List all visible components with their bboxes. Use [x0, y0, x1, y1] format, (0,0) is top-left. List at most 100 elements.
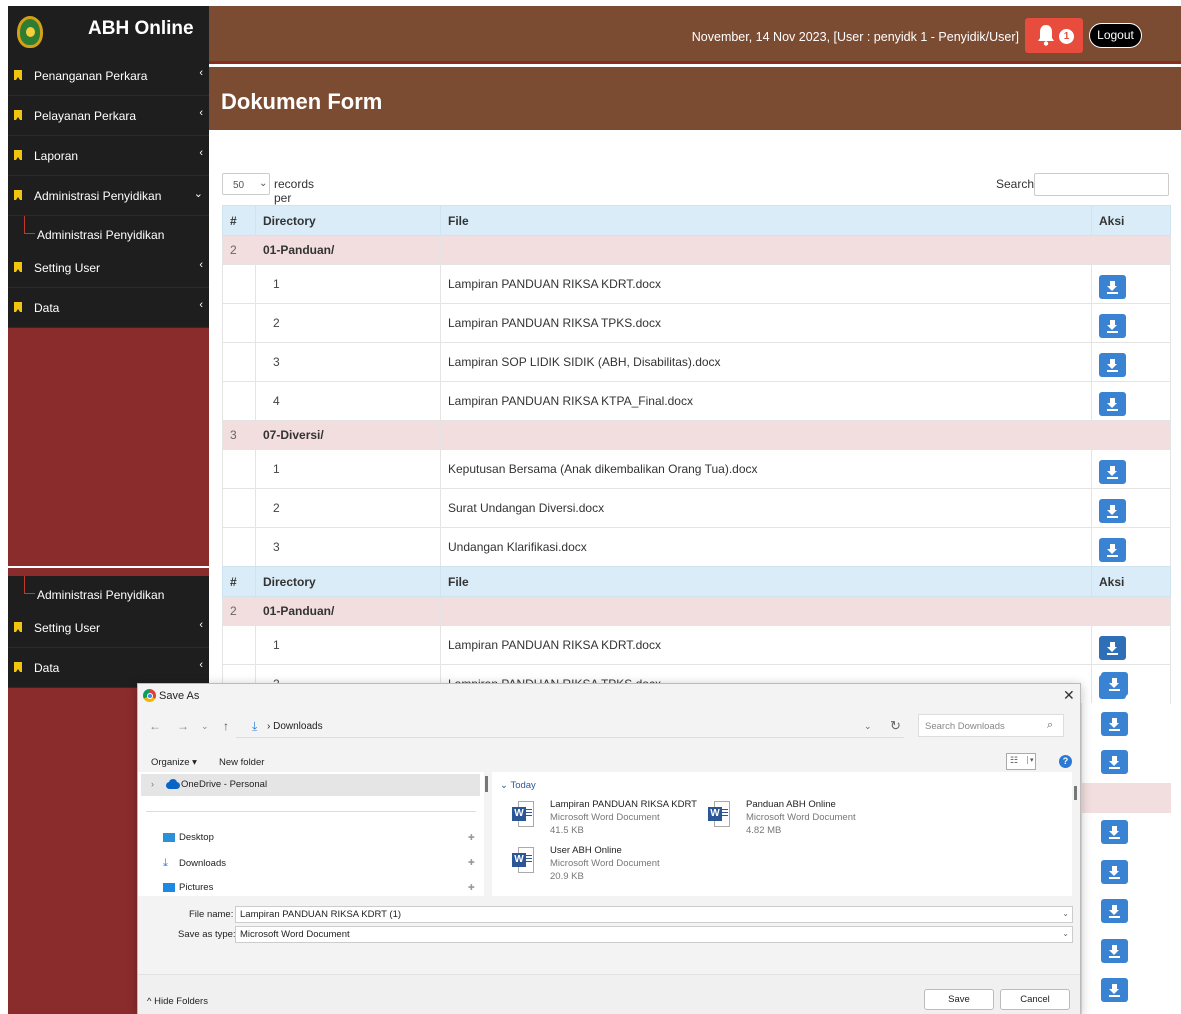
sidebar-item-data[interactable]: Data ‹ [8, 288, 209, 328]
group-header-today[interactable]: ⌄ Today [500, 780, 536, 791]
sidebar-item-data[interactable]: Data ‹ [8, 648, 209, 688]
sidebar-subitem-administrasi-penyidikan[interactable]: Administrasi Penyidikan [8, 216, 209, 248]
table-row: 2 Surat Undangan Diversi.docx [222, 488, 1171, 528]
nav-item-label: Pictures [179, 882, 214, 893]
download-button[interactable] [1101, 939, 1128, 963]
download-button[interactable] [1101, 978, 1128, 1002]
page-header: Dokumen Form [209, 67, 1181, 130]
file-size: 4.82 MB [746, 825, 782, 836]
download-button[interactable] [1099, 499, 1126, 523]
file-index: 3 [255, 342, 441, 382]
column-header-num[interactable]: # [222, 205, 256, 236]
download-button[interactable] [1099, 353, 1126, 377]
sidebar-item-label: Data [34, 661, 60, 675]
address-dropdown-icon[interactable]: ⌄ [864, 721, 872, 732]
bookmark-icon [14, 70, 22, 80]
document-table: # Directory File Aksi 2 01-Panduan/ 1 La… [222, 205, 1171, 567]
download-button[interactable] [1099, 275, 1126, 299]
file-index: 1 [255, 449, 441, 489]
search-downloads-input[interactable]: Search Downloads ⌕ [918, 714, 1064, 737]
sidebar-item-setting-user[interactable]: Setting User ‹ [8, 248, 209, 288]
cancel-button[interactable]: Cancel [1000, 989, 1070, 1010]
sidebar-item-label: Penanganan Perkara [34, 69, 148, 83]
sidebar-item-penanganan-perkara[interactable]: Penanganan Perkara ‹ [8, 56, 209, 96]
pictures-icon [163, 882, 175, 892]
navigation-row: ← → ⌄ ↑ ⤓ › Downloads ⌄ ↻ Search Downloa… [138, 710, 1082, 740]
search-placeholder: Search Downloads [925, 721, 1005, 732]
logo-bar: ABH Online [8, 6, 209, 56]
column-header-directory[interactable]: Directory [255, 205, 441, 236]
nav-item-pictures[interactable]: Pictures [163, 882, 213, 893]
download-button[interactable] [1101, 672, 1128, 696]
table-row: 3 Undangan Klarifikasi.docx [222, 527, 1171, 567]
new-folder-button[interactable]: New folder [219, 757, 264, 768]
divider [146, 811, 476, 812]
column-header-file[interactable]: File [440, 205, 1092, 236]
bell-icon [1038, 25, 1054, 46]
bookmark-icon [14, 190, 22, 200]
search-input[interactable] [1034, 173, 1169, 196]
download-button[interactable] [1101, 820, 1128, 844]
help-icon[interactable]: ? [1059, 755, 1072, 768]
recent-chevron-icon[interactable]: ⌄ [201, 721, 209, 732]
table-group-row: 2 01-Panduan/ [222, 235, 1171, 265]
notification-button[interactable]: 1 [1025, 18, 1083, 53]
logout-button[interactable]: Logout [1089, 23, 1142, 48]
hide-folders-toggle[interactable]: ^ Hide Folders [147, 996, 208, 1007]
chevron-left-icon: ‹ [199, 147, 203, 159]
table-row: 4 Lampiran PANDUAN RIKSA KTPA_Final.docx [222, 381, 1171, 421]
nav-item-label: Desktop [179, 832, 214, 843]
file-pane-scrollbar[interactable] [1074, 786, 1077, 800]
download-button[interactable] [1101, 712, 1128, 736]
organize-menu[interactable]: Organize ▾ [151, 757, 197, 768]
download-button[interactable] [1099, 636, 1126, 660]
dialog-toolbar: Organize ▾ New folder ☷ ▾ ? [138, 751, 1082, 771]
back-arrow-icon[interactable]: ← [149, 719, 161, 733]
download-button[interactable] [1099, 460, 1126, 484]
save-button[interactable]: Save [924, 989, 994, 1010]
close-button[interactable]: ✕ [1063, 687, 1075, 704]
download-button[interactable] [1099, 392, 1126, 416]
download-button[interactable] [1101, 860, 1128, 884]
file-item[interactable]: W User ABH Online Microsoft Word Documen… [512, 845, 712, 889]
nav-item-desktop[interactable]: Desktop [163, 832, 214, 843]
nav-item-onedrive[interactable]: › OneDrive - Personal [141, 774, 480, 796]
sidebar-item-administrasi-penyidikan[interactable]: Administrasi Penyidikan ⌄ [8, 176, 209, 216]
download-button[interactable] [1099, 314, 1126, 338]
nav-item-label: Downloads [179, 858, 226, 870]
download-arrow-icon: ⤓ [163, 857, 168, 869]
group-num: 2 [222, 596, 256, 626]
nav-pane-scrollbar[interactable] [485, 776, 488, 792]
file-item[interactable]: W Panduan ABH Online Microsoft Word Docu… [708, 799, 908, 843]
view-options-button[interactable]: ☷ ▾ [1006, 753, 1036, 770]
police-logo-icon [17, 16, 43, 48]
refresh-icon[interactable]: ↻ [890, 718, 901, 734]
save-type-select[interactable]: Microsoft Word Document ⌄ [235, 926, 1073, 943]
forward-arrow-icon[interactable]: → [177, 719, 189, 733]
page-size-select[interactable]: 50 ⌄ [222, 173, 270, 195]
sidebar-item-pelayanan-perkara[interactable]: Pelayanan Perkara ‹ [8, 96, 209, 136]
download-arrow-icon: ⤓ [252, 719, 258, 733]
column-header-file[interactable]: File [440, 566, 1092, 597]
sidebar-subitem-administrasi-penyidikan[interactable]: Administrasi Penyidikan [8, 576, 209, 608]
column-header-directory[interactable]: Directory [255, 566, 441, 597]
download-button[interactable] [1101, 899, 1128, 923]
sidebar-subitem-label: Administrasi Penyidikan [37, 588, 165, 602]
download-button[interactable] [1101, 750, 1128, 774]
file-name-input[interactable]: Lampiran PANDUAN RIKSA KDRT (1) ⌄ [235, 906, 1073, 923]
address-bar[interactable] [236, 714, 904, 738]
word-document-icon: W [708, 801, 730, 827]
file-type: Microsoft Word Document [746, 812, 856, 823]
file-name: Lampiran PANDUAN RIKSA TPKS.docx [440, 303, 1092, 343]
file-item[interactable]: W Lampiran PANDUAN RIKSA KDRT Microsoft … [512, 799, 712, 843]
nav-item-label: OneDrive - Personal [181, 779, 268, 790]
nav-item-downloads[interactable]: ⤓ Downloads [163, 857, 226, 870]
column-header-num[interactable]: # [222, 566, 256, 597]
file-name: Lampiran SOP LIDIK SIDIK (ABH, Disabilit… [440, 342, 1092, 382]
sidebar-item-laporan[interactable]: Laporan ‹ [8, 136, 209, 176]
search-label: Search: [996, 177, 1038, 191]
file-index: 1 [255, 264, 441, 304]
download-button[interactable] [1099, 538, 1126, 562]
up-arrow-icon[interactable]: ↑ [223, 719, 229, 733]
sidebar-item-setting-user[interactable]: Setting User ‹ [8, 608, 209, 648]
